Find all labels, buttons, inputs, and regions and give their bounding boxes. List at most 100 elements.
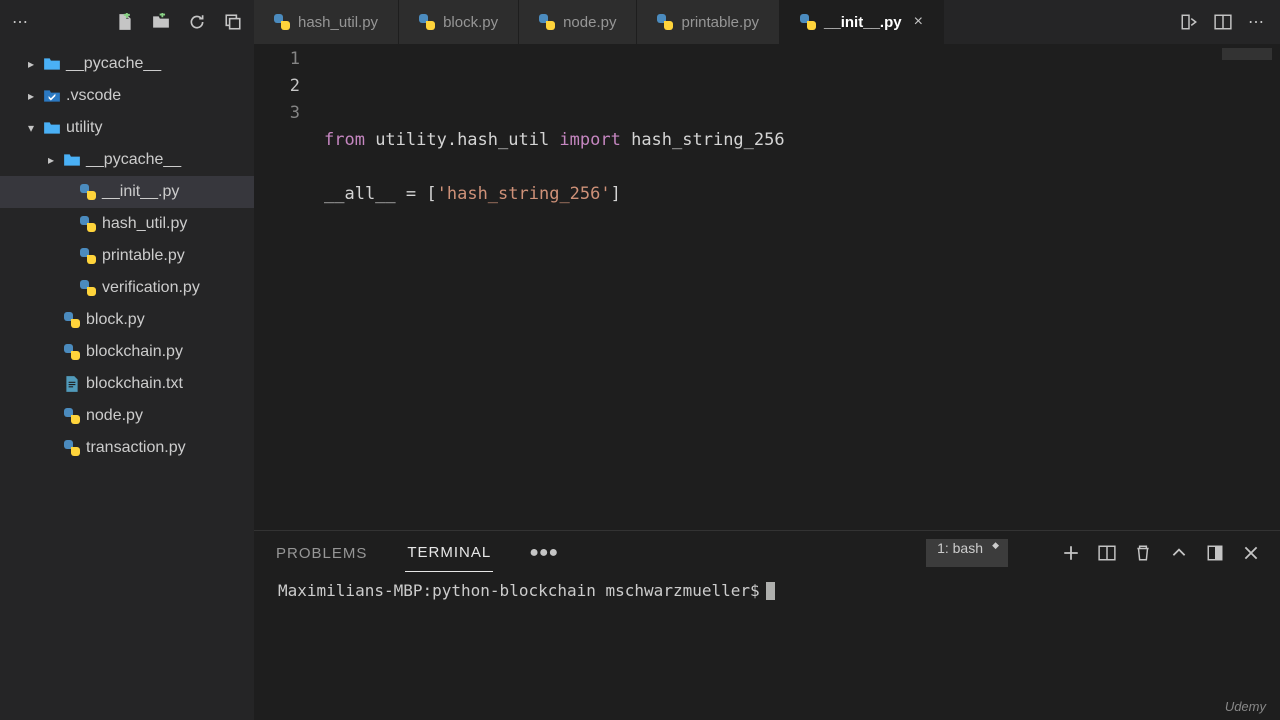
new-folder-icon[interactable]: [152, 13, 170, 31]
minimap[interactable]: [1222, 48, 1272, 60]
panel-actions: [1062, 544, 1260, 562]
folder-item[interactable]: ▾ utility: [0, 112, 254, 144]
folder-item[interactable]: ▸ .vscode: [0, 80, 254, 112]
tab-label: block.py: [443, 14, 498, 31]
tab-label: printable.py: [681, 14, 759, 31]
tree-label: hash_util.py: [102, 215, 254, 233]
tab-terminal[interactable]: TERMINAL: [405, 534, 493, 572]
tab-problems[interactable]: PROBLEMS: [274, 535, 369, 572]
py-icon: [62, 408, 82, 424]
file-explorer[interactable]: ▸ __pycache__ ▸ .vscode ▾ utility ▸ __pycache__…: [0, 44, 254, 720]
split-terminal-icon[interactable]: [1098, 544, 1116, 562]
python-icon: [274, 14, 290, 30]
terminal-cursor: [766, 582, 775, 600]
tree-label: node.py: [86, 407, 254, 425]
panel-up-icon[interactable]: [1170, 544, 1188, 562]
code-editor[interactable]: 123 from utility.hash_util import hash_s…: [254, 44, 1280, 530]
code-line[interactable]: from utility.hash_util import hash_strin…: [324, 127, 1280, 154]
watermark: Udemy: [1225, 699, 1266, 714]
tree-label: block.py: [86, 311, 254, 329]
code-line[interactable]: [324, 154, 1280, 181]
file-item[interactable]: printable.py: [0, 240, 254, 272]
more-actions-icon[interactable]: ⋯: [1248, 12, 1264, 32]
tree-label: transaction.py: [86, 439, 254, 457]
line-number: 3: [254, 100, 300, 127]
tree-label: __init__.py: [102, 183, 254, 201]
panel-tabs: PROBLEMS TERMINAL ●●● 1: bash: [254, 531, 1280, 575]
close-panel-icon[interactable]: [1242, 544, 1260, 562]
compare-icon[interactable]: [1180, 13, 1198, 31]
python-icon: [800, 14, 816, 30]
code-line[interactable]: __all__ = ['hash_string_256']: [324, 181, 1280, 208]
editor-panel: 123 from utility.hash_util import hash_s…: [254, 44, 1280, 720]
terminal-output[interactable]: Maximilians-MBP:python-blockchain mschwa…: [254, 575, 1280, 720]
explorer-toolbar: ⋯: [0, 0, 254, 44]
py-icon: [78, 216, 98, 232]
tree-label: .vscode: [66, 87, 254, 105]
tree-label: blockchain.py: [86, 343, 254, 361]
file-item[interactable]: blockchain.txt: [0, 368, 254, 400]
editor-tab[interactable]: block.py: [399, 0, 519, 44]
file-item[interactable]: block.py: [0, 304, 254, 336]
py-icon: [78, 248, 98, 264]
py-icon: [78, 280, 98, 296]
tree-label: printable.py: [102, 247, 254, 265]
chevron-down-icon: ▾: [24, 121, 38, 135]
vsfolder-icon: [42, 87, 62, 105]
python-icon: [539, 14, 555, 30]
file-item[interactable]: transaction.py: [0, 432, 254, 464]
tree-label: __pycache__: [66, 55, 254, 73]
more-icon[interactable]: ⋯: [12, 12, 28, 32]
folder-icon: [42, 119, 62, 137]
tree-label: utility: [66, 119, 254, 137]
tab-label: __init__.py: [824, 14, 902, 31]
new-file-icon[interactable]: [116, 13, 134, 31]
terminal-selector[interactable]: 1: bash: [926, 539, 1008, 567]
main-area: ▸ __pycache__ ▸ .vscode ▾ utility ▸ __pycache__…: [0, 44, 1280, 720]
tree-label: blockchain.txt: [86, 375, 254, 393]
tabbar-actions: ⋯: [1164, 0, 1280, 44]
editor-tab[interactable]: __init__.py ×: [780, 0, 944, 44]
py-icon: [78, 184, 98, 200]
folder-icon: [42, 55, 62, 73]
new-terminal-icon[interactable]: [1062, 544, 1080, 562]
maximize-panel-icon[interactable]: [1206, 544, 1224, 562]
file-item[interactable]: verification.py: [0, 272, 254, 304]
topbar: ⋯ hash_util.py block.py node.py printabl…: [0, 0, 1280, 44]
txt-icon: [62, 375, 82, 393]
tab-label: hash_util.py: [298, 14, 378, 31]
file-item[interactable]: hash_util.py: [0, 208, 254, 240]
file-item[interactable]: blockchain.py: [0, 336, 254, 368]
chevron-right-icon: ▸: [44, 153, 58, 167]
file-item[interactable]: __init__.py: [0, 176, 254, 208]
editor-tab[interactable]: node.py: [519, 0, 637, 44]
kill-terminal-icon[interactable]: [1134, 544, 1152, 562]
py-icon: [62, 440, 82, 456]
code-content[interactable]: from utility.hash_util import hash_strin…: [324, 44, 1280, 530]
python-icon: [657, 14, 673, 30]
tree-label: __pycache__: [86, 151, 254, 169]
editor-tab[interactable]: printable.py: [637, 0, 780, 44]
tab-label: node.py: [563, 14, 616, 31]
line-number: 1: [254, 46, 300, 73]
editor-tab[interactable]: hash_util.py: [254, 0, 399, 44]
tree-label: verification.py: [102, 279, 254, 297]
py-icon: [62, 344, 82, 360]
folder-icon: [62, 151, 82, 169]
refresh-icon[interactable]: [188, 13, 206, 31]
line-number: 2: [254, 73, 300, 100]
folder-item[interactable]: ▸ __pycache__: [0, 48, 254, 80]
chevron-right-icon: ▸: [24, 89, 38, 103]
folder-item[interactable]: ▸ __pycache__: [0, 144, 254, 176]
panel-more-icon[interactable]: ●●●: [529, 544, 558, 562]
py-icon: [62, 312, 82, 328]
close-tab-icon[interactable]: ×: [914, 13, 923, 31]
file-item[interactable]: node.py: [0, 400, 254, 432]
bottom-panel: PROBLEMS TERMINAL ●●● 1: bash Maximilian…: [254, 530, 1280, 720]
python-icon: [419, 14, 435, 30]
line-gutter: 123: [254, 44, 324, 530]
collapse-all-icon[interactable]: [224, 13, 242, 31]
chevron-right-icon: ▸: [24, 57, 38, 71]
terminal-prompt: Maximilians-MBP:python-blockchain mschwa…: [278, 581, 760, 600]
split-editor-icon[interactable]: [1214, 13, 1232, 31]
